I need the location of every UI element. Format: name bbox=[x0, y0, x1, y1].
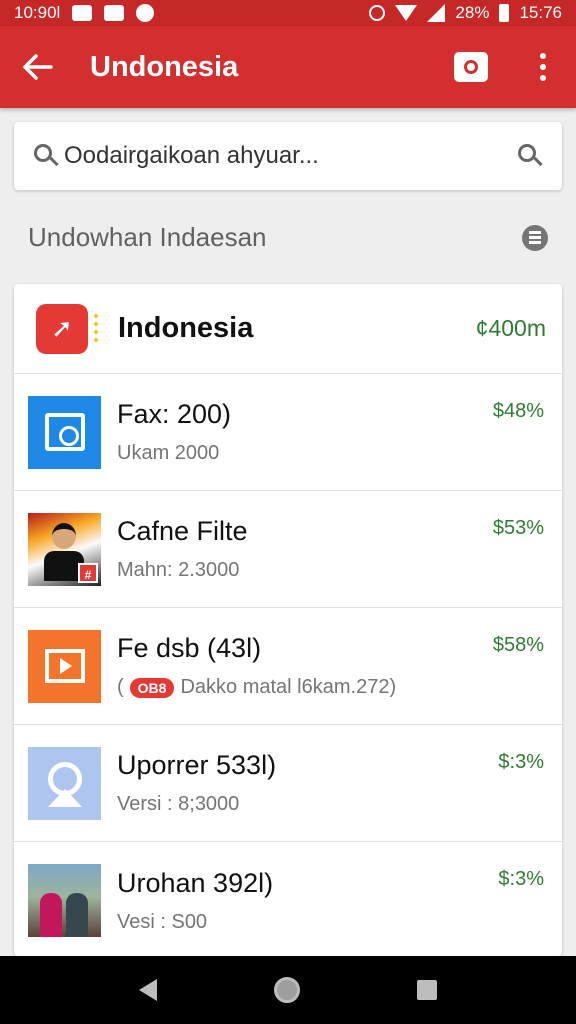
item-title: Fe dsb (43l) bbox=[117, 633, 262, 663]
signal-icon bbox=[427, 4, 446, 22]
item-percent: $:3% bbox=[498, 868, 544, 890]
list-header[interactable]: ➚ Indonesia ¢400m bbox=[14, 284, 562, 374]
list-item[interactable]: # Cafne Filte Mahn: 2.3000 $53% bbox=[14, 491, 562, 608]
item-title: Urohan 392l) bbox=[117, 867, 274, 898]
search-submit-icon[interactable] bbox=[518, 144, 543, 168]
nav-home-icon[interactable] bbox=[273, 977, 300, 1003]
list-item[interactable]: Uporrer 533l) Versi : 8;3000 $:3% bbox=[14, 725, 562, 842]
back-arrow-icon bbox=[23, 54, 53, 80]
video-play-icon bbox=[28, 629, 101, 703]
item-title: Cafne Filte bbox=[117, 516, 248, 546]
search-input[interactable] bbox=[64, 142, 518, 170]
item-subtitle: (OB8 Dakko matal l6kam.272) bbox=[117, 676, 397, 698]
item-percent: $48% bbox=[492, 400, 544, 422]
camera-button[interactable] bbox=[454, 52, 488, 82]
list-item[interactable]: Fe dsb (43l) (OB8 Dakko matal l6kam.272) … bbox=[14, 608, 562, 725]
status-bar: 10:90l 28% 15:76 bbox=[0, 0, 576, 26]
item-percent: $58% bbox=[492, 634, 544, 656]
app-notification-icon bbox=[104, 5, 125, 21]
tag-icon: # bbox=[78, 562, 98, 583]
more-options-button[interactable] bbox=[528, 47, 558, 87]
status-badge: OB8 bbox=[129, 677, 175, 698]
pinterest-notification-icon bbox=[136, 4, 155, 22]
list-item[interactable]: Fax: 200) Ukam 2000 $48% bbox=[14, 374, 562, 491]
system-nav-bar bbox=[0, 956, 576, 1024]
item-subtitle: Vesi : S00 bbox=[117, 910, 208, 933]
alarm-icon bbox=[369, 5, 386, 21]
app-logo-icon: ➚ bbox=[36, 303, 98, 354]
section-header: Undowhan Indaesan bbox=[28, 222, 548, 253]
nav-back-icon[interactable] bbox=[138, 979, 157, 1001]
search-icon bbox=[34, 144, 59, 168]
wifi-icon bbox=[395, 5, 418, 21]
list-header-value: ¢400m bbox=[475, 315, 546, 341]
list-header-title: Indonesia bbox=[118, 312, 254, 344]
item-subtitle: Ukam 2000 bbox=[117, 442, 220, 464]
item-percent: $53% bbox=[492, 517, 544, 539]
list-item[interactable]: Urohan 392l) Vesi : S00 $:3% bbox=[14, 842, 562, 956]
nav-recents-icon[interactable] bbox=[417, 980, 438, 1000]
item-percent: $:3% bbox=[498, 751, 544, 773]
item-title: Fax: 200) bbox=[117, 399, 232, 429]
more-vert-icon bbox=[540, 53, 546, 59]
search-bar[interactable] bbox=[14, 122, 562, 190]
results-list: ➚ Indonesia ¢400m Fax: 200) Ukam 2000 $4… bbox=[14, 284, 562, 956]
section-title: Undowhan Indaesan bbox=[28, 222, 267, 252]
photo-notification-icon bbox=[72, 5, 93, 21]
person-photo-thumbnail: # bbox=[28, 512, 101, 586]
item-subtitle: Mahn: 2.3000 bbox=[117, 559, 240, 581]
status-time-right: 15:76 bbox=[519, 3, 562, 22]
page-title: Undonesia bbox=[90, 50, 239, 83]
app-bar: Undonesia bbox=[0, 26, 576, 108]
item-subtitle: Versi : 8;3000 bbox=[117, 793, 240, 815]
status-time-left: 10:90l bbox=[14, 3, 61, 22]
magnifier-icon bbox=[28, 746, 101, 820]
battery-icon bbox=[499, 4, 510, 22]
menu-icon bbox=[529, 236, 541, 239]
section-menu-button[interactable] bbox=[522, 224, 548, 251]
people-photo-thumbnail bbox=[28, 864, 101, 937]
battery-percent: 28% bbox=[455, 3, 490, 22]
camera-icon bbox=[464, 60, 478, 74]
back-button[interactable] bbox=[18, 47, 58, 87]
item-title: Uporrer 533l) bbox=[117, 750, 277, 780]
document-scan-icon bbox=[28, 395, 101, 469]
